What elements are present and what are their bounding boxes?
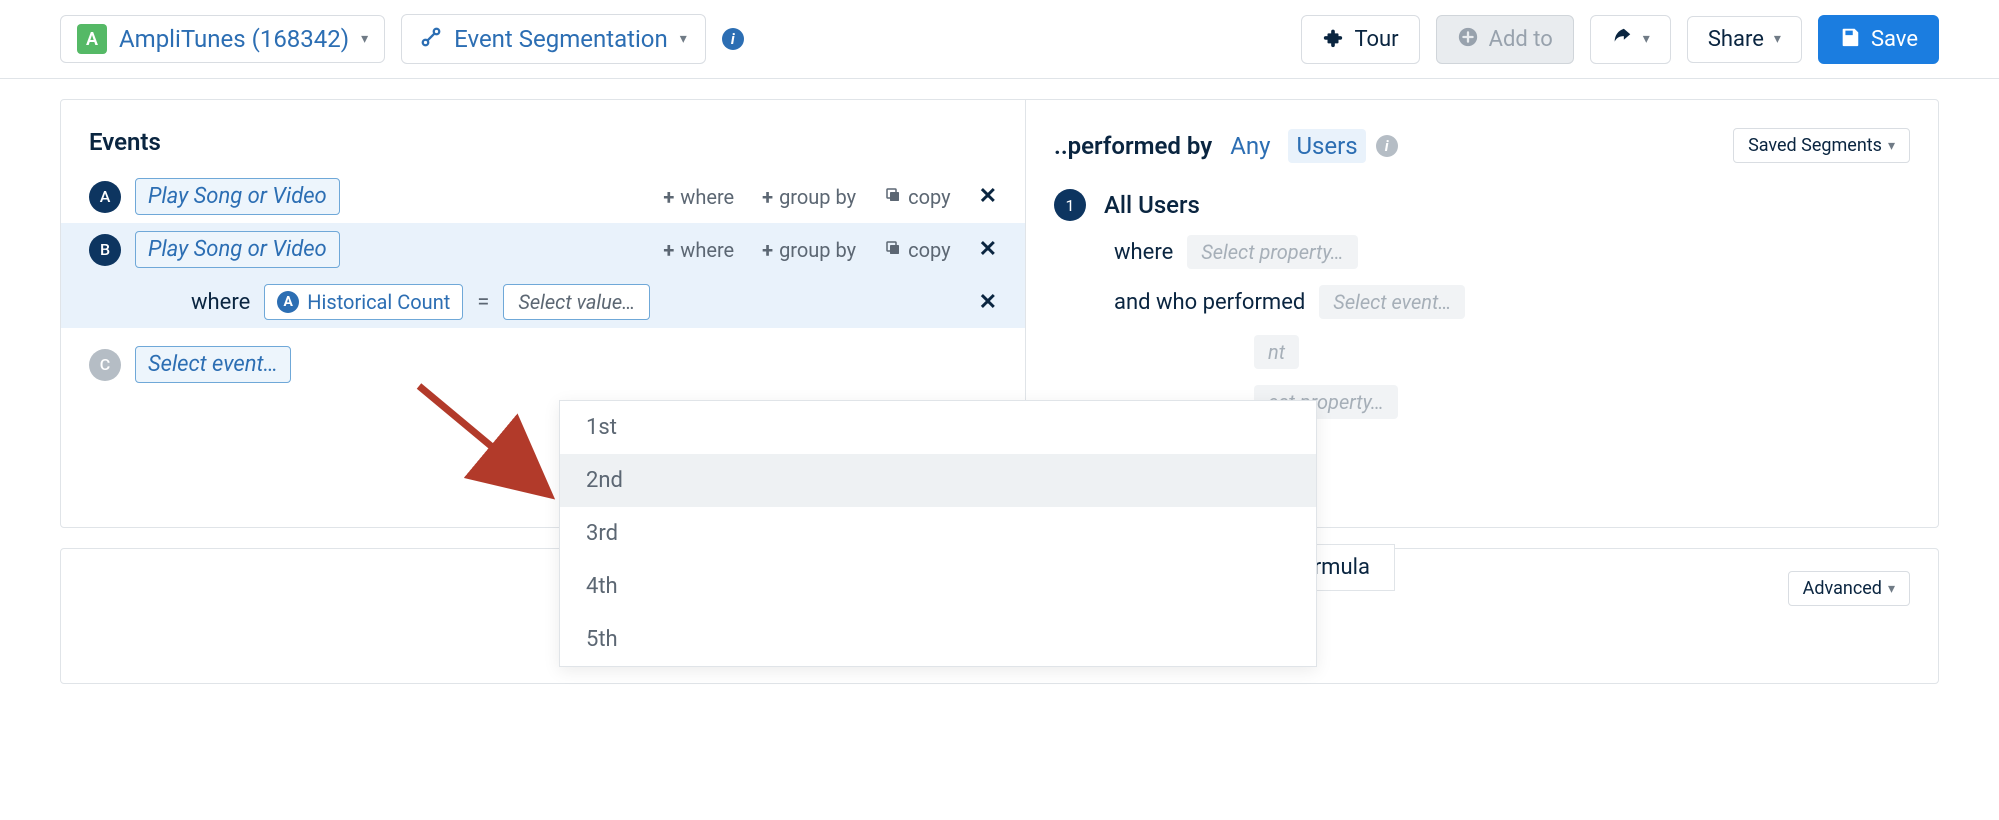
save-icon <box>1839 26 1861 53</box>
chart-type-label: Event Segmentation <box>454 25 668 53</box>
select-property-placeholder[interactable]: Select property… <box>1187 235 1357 269</box>
dropdown-item-2nd[interactable]: 2nd <box>560 454 1316 507</box>
app-selector[interactable]: A AmpliTunes (168342) ▾ <box>60 15 385 63</box>
chevron-down-icon: ▾ <box>680 31 687 47</box>
plus-icon: + <box>762 238 773 262</box>
copy-icon <box>884 185 902 209</box>
groupby-action[interactable]: +group by <box>762 184 856 209</box>
event-row-actions: +where +group by copy ✕ <box>663 237 997 262</box>
copy-action[interactable]: copy <box>884 237 950 262</box>
value-selector[interactable]: Select value… <box>503 284 650 320</box>
top-toolbar: A AmpliTunes (168342) ▾ Event Segmentati… <box>0 0 1999 79</box>
copy-action[interactable]: copy <box>884 184 950 209</box>
event-row-b: B Play Song or Video +where +group by co… <box>61 223 1025 276</box>
advanced-button[interactable]: Advanced ▾ <box>1788 571 1910 606</box>
event-chip-b[interactable]: Play Song or Video <box>135 231 340 268</box>
event-letter-c: C <box>89 349 121 381</box>
info-icon[interactable]: i <box>1376 135 1398 157</box>
any-selector[interactable]: Any <box>1222 129 1278 163</box>
segmentation-icon <box>420 26 442 52</box>
property-chip-historical-count[interactable]: A Historical Count <box>264 284 463 320</box>
annotation-arrow <box>409 376 569 516</box>
event-chip-c-placeholder[interactable]: Select event… <box>135 346 291 383</box>
event-chip-a[interactable]: Play Song or Video <box>135 178 340 215</box>
event-letter-b: B <box>89 234 121 266</box>
segment-block-1: 1 All Users where Select property… and w… <box>1054 163 1910 427</box>
chevron-down-icon: ▾ <box>1888 138 1895 154</box>
save-button[interactable]: Save <box>1818 15 1939 64</box>
groupby-action[interactable]: +group by <box>762 237 856 262</box>
share-arrow-icon <box>1611 26 1633 53</box>
remove-event-b[interactable]: ✕ <box>979 237 997 262</box>
value-dropdown: 1st 2nd 3rd 4th 5th <box>559 400 1317 667</box>
remove-where[interactable]: ✕ <box>979 290 997 315</box>
share-label: Share <box>1708 27 1764 52</box>
segment-title: All Users <box>1104 191 1200 219</box>
events-panel: Events A Play Song or Video +where +grou… <box>61 100 1026 527</box>
dropdown-item-1st[interactable]: 1st <box>560 401 1316 454</box>
main-row: Events A Play Song or Video +where +grou… <box>0 79 1999 528</box>
share-button[interactable]: Share ▾ <box>1687 16 1802 63</box>
plus-icon: + <box>762 185 773 209</box>
event-row-actions: +where +group by copy ✕ <box>663 184 997 209</box>
tour-button[interactable]: Tour <box>1301 15 1419 64</box>
add-to-label: Add to <box>1489 27 1553 52</box>
puzzle-icon <box>1322 26 1344 53</box>
plus-icon: + <box>663 238 674 262</box>
app-label: AmpliTunes (168342) <box>119 25 349 53</box>
equals-operator[interactable]: = <box>477 290 489 315</box>
plus-circle-icon <box>1457 26 1479 53</box>
users-selector[interactable]: Users <box>1288 129 1365 163</box>
event-row-a: A Play Song or Video +where +group by co… <box>61 170 1025 223</box>
app-badge: A <box>77 24 107 54</box>
and-who-performed-label: and who performed <box>1114 290 1305 315</box>
select-event-placeholder[interactable]: Select event… <box>1319 285 1465 319</box>
events-heading: Events <box>61 128 1025 170</box>
copy-icon <box>884 238 902 262</box>
plus-icon: + <box>663 185 674 209</box>
info-icon[interactable]: i <box>722 28 744 50</box>
amplitude-icon: A <box>277 291 299 313</box>
where-label: where <box>191 290 250 315</box>
export-button[interactable]: ▾ <box>1590 15 1671 64</box>
where-action[interactable]: +where <box>663 184 734 209</box>
chevron-down-icon: ▾ <box>361 31 368 47</box>
save-label: Save <box>1871 27 1918 52</box>
where-label: where <box>1114 240 1173 265</box>
remove-event-a[interactable]: ✕ <box>979 184 997 209</box>
chart-type-selector[interactable]: Event Segmentation ▾ <box>401 14 706 64</box>
dropdown-item-4th[interactable]: 4th <box>560 560 1316 613</box>
chevron-down-icon: ▾ <box>1643 31 1650 47</box>
chevron-down-icon: ▾ <box>1888 581 1895 597</box>
partial-chip-nt[interactable]: nt <box>1254 335 1299 369</box>
tour-label: Tour <box>1354 27 1398 52</box>
saved-segments-button[interactable]: Saved Segments ▾ <box>1733 128 1910 163</box>
chevron-down-icon: ▾ <box>1774 31 1781 47</box>
add-to-button: Add to <box>1436 15 1574 64</box>
where-clause-row: where A Historical Count = Select value…… <box>61 276 1025 328</box>
where-action[interactable]: +where <box>663 237 734 262</box>
dropdown-item-5th[interactable]: 5th <box>560 613 1316 666</box>
performed-by-label: ..performed by <box>1054 132 1212 160</box>
dropdown-item-3rd[interactable]: 3rd <box>560 507 1316 560</box>
segment-number: 1 <box>1054 189 1086 221</box>
event-row-c: C Select event… <box>61 328 1025 391</box>
event-letter-a: A <box>89 181 121 213</box>
